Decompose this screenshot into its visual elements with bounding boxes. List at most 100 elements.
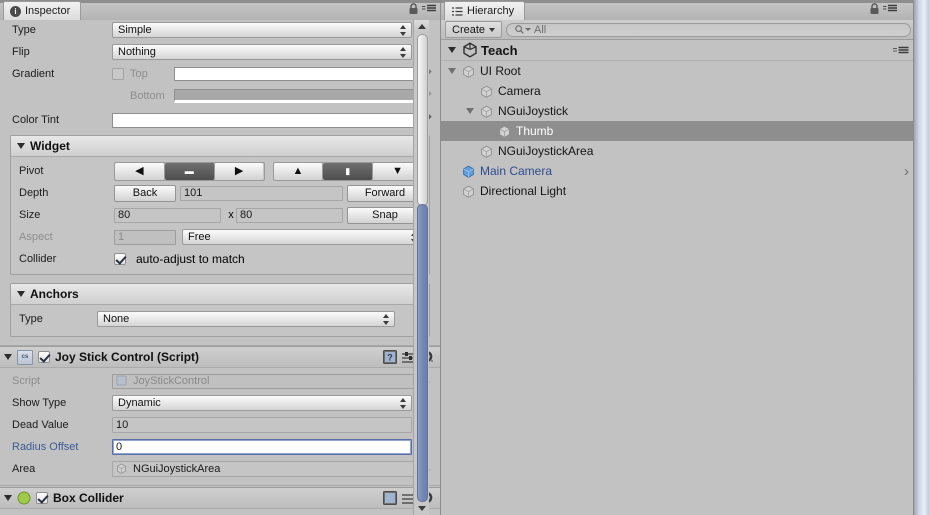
hamburger-menu-icon[interactable] [422, 4, 436, 14]
box-collider-component-header[interactable]: Box Collider [0, 487, 440, 509]
inspector-tab-icons [408, 3, 436, 15]
lock-icon[interactable] [869, 3, 880, 15]
joystick-component-body: Script JoyStickControl ◎ Show Type Dynam… [0, 368, 440, 480]
chevron-updown-icon [400, 47, 407, 58]
hierarchy-item-camera[interactable]: Camera [441, 81, 915, 101]
chevron-updown-icon [383, 314, 390, 325]
hierarchy-item-directional-light[interactable]: Directional Light [441, 181, 915, 201]
show-type-popup[interactable]: Dynamic [112, 395, 412, 411]
depth-value-field[interactable]: 101 [180, 185, 343, 201]
color-tint-field[interactable] [112, 112, 418, 128]
hierarchy-item-nguijoystickarea[interactable]: NGuiJoystickArea [441, 141, 915, 161]
foldout-arrow-icon[interactable] [4, 495, 12, 501]
inspector-scrollbar[interactable] [413, 20, 429, 515]
script-object-field: JoyStickControl [112, 373, 416, 389]
foldout-arrow-icon[interactable] [463, 108, 477, 114]
help-icon[interactable] [383, 491, 397, 505]
widget-group: Widget Pivot ◀ ▬ ▶ ▲ ▮ ▼ Depth Back 101 … [10, 135, 430, 275]
tab-hierarchy[interactable]: Hierarchy [444, 1, 526, 20]
row-dead-value: Dead Value 10 [0, 414, 440, 436]
pivot-left-button[interactable]: ◀ [115, 162, 165, 180]
label-gradient: Gradient [12, 68, 55, 80]
anchors-group-header[interactable]: Anchors [11, 284, 429, 305]
popup-flip[interactable]: Nothing [112, 44, 412, 60]
inspector-scroll-thumb[interactable] [417, 34, 428, 206]
tab-inspector[interactable]: i Inspector [3, 1, 82, 20]
search-icon[interactable] [515, 25, 532, 34]
create-button[interactable]: Create [445, 21, 503, 38]
gradient-bottom-color-field[interactable] [174, 89, 418, 103]
row-radius-offset: Radius Offset 0 [0, 436, 440, 458]
foldout-arrow-icon[interactable] [17, 143, 25, 149]
gradient-top-color-field[interactable] [174, 67, 418, 81]
inspector-scroll-track-lower[interactable] [417, 204, 428, 502]
pivot-right-button[interactable]: ▶ [214, 162, 264, 180]
pivot-top-button[interactable]: ▲ [273, 162, 324, 180]
label-dead-value: Dead Value [12, 419, 69, 431]
help-icon[interactable]: ? [383, 350, 397, 364]
hamburger-menu-icon[interactable] [883, 4, 897, 14]
hierarchy-item-thumb[interactable]: Thumb [441, 121, 915, 141]
hierarchy-item-label: NGuiJoystick [498, 104, 569, 118]
hierarchy-scene-row[interactable]: Teach [441, 40, 915, 60]
anchor-type-popup[interactable]: None [97, 311, 395, 327]
box-collider-enabled-checkbox[interactable] [36, 492, 48, 504]
hierarchy-item-label: UI Root [480, 64, 521, 78]
hierarchy-item-main-camera[interactable]: Main Camera › [441, 161, 915, 181]
anchors-group-title: Anchors [30, 287, 79, 301]
row-script: Script JoyStickControl ◎ [0, 370, 440, 392]
gameobject-icon [462, 65, 477, 78]
hierarchy-tree: UI Root Camera NGuiJoystick Thumb NGuiJoysti… [441, 61, 915, 201]
anchors-group: Anchors Type None [10, 283, 430, 337]
hierarchy-item-ui-root[interactable]: UI Root [441, 61, 915, 81]
scroll-up-arrow-icon[interactable] [414, 20, 429, 33]
aspect-value-field: 1 [114, 229, 176, 245]
hierarchy-body: Create All Teach UI Root Camera NGuiJoys… [441, 20, 915, 515]
hierarchy-item-nguijoystick[interactable]: NGuiJoystick [441, 101, 915, 121]
label-pivot: Pivot [19, 165, 44, 177]
label-area: Area [12, 463, 36, 475]
row-pivot: Pivot ◀ ▬ ▶ ▲ ▮ ▼ [11, 160, 429, 182]
anchor-type-value: None [103, 313, 130, 325]
hierarchy-icon [451, 6, 463, 17]
lock-icon[interactable] [408, 3, 419, 15]
size-snap-button[interactable]: Snap [347, 206, 423, 224]
pivot-center-v-button[interactable]: ▮ [323, 162, 374, 180]
depth-forward-button[interactable]: Forward [347, 184, 423, 202]
row-aspect: Aspect 1 Free [11, 226, 429, 248]
widget-group-header[interactable]: Widget [11, 136, 429, 157]
foldout-arrow-icon[interactable] [4, 354, 12, 360]
depth-back-button[interactable]: Back [114, 184, 176, 202]
scroll-down-arrow-icon[interactable] [414, 502, 429, 515]
area-object-field[interactable]: NGuiJoystickArea [112, 461, 416, 477]
hierarchy-item-label: Thumb [516, 124, 554, 138]
foldout-arrow-icon[interactable] [445, 68, 459, 74]
row-type: Type Simple [0, 20, 440, 41]
foldout-arrow-icon[interactable] [17, 291, 25, 297]
scene-menu-icon[interactable] [893, 45, 909, 55]
chevron-right-icon[interactable]: › [904, 163, 909, 180]
radius-offset-field[interactable]: 0 [112, 439, 412, 455]
pivot-center-h-button[interactable]: ▬ [164, 162, 215, 180]
popup-type[interactable]: Simple [112, 22, 412, 38]
row-area: Area NGuiJoystickArea ◎ [0, 458, 440, 480]
pivot-vertical-group: ▲ ▮ ▼ [272, 161, 423, 181]
popup-flip-value: Nothing [118, 46, 156, 58]
size-height-field[interactable]: 80 [236, 207, 343, 223]
label-script: Script [12, 375, 41, 387]
gradient-checkbox[interactable] [112, 68, 124, 80]
component-divider-2 [0, 485, 440, 486]
row-show-type: Show Type Dynamic [0, 392, 440, 414]
search-input[interactable]: All [506, 22, 911, 37]
foldout-arrow-icon[interactable] [445, 47, 459, 53]
svg-text:?: ? [387, 353, 393, 363]
label-anchor-type: Type [19, 313, 43, 325]
dead-value-field[interactable]: 10 [112, 417, 412, 433]
joystick-enabled-checkbox[interactable] [38, 351, 50, 363]
row-gradient-top: Gradient Top [0, 63, 440, 85]
size-width-field[interactable]: 80 [114, 207, 221, 223]
joystick-component-header[interactable]: cs Joy Stick Control (Script) ? [0, 346, 440, 368]
collider-autoadjust-checkbox[interactable] [114, 253, 126, 265]
row-collider: Collider auto-adjust to match [11, 248, 429, 270]
aspect-mode-popup[interactable]: Free [182, 229, 423, 245]
